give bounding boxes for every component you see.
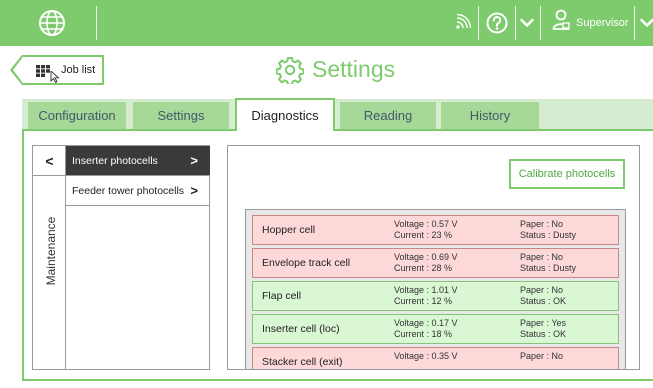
cell-paper: Paper : No [520,285,564,295]
tab-history[interactable]: History [441,102,539,129]
nav-item-label: Inserter photocells [72,155,158,167]
cell-voltage: Voltage : 0.17 V [394,318,458,328]
cell-status: Status : OK [520,329,567,339]
cell-voltage: Voltage : 1.01 V [394,285,458,295]
cell-paper: Paper : Yes [520,318,567,328]
cell-voltage: Voltage : 0.69 V [394,252,458,262]
chevron-right-icon: > [190,183,198,198]
photocell-row-hopper[interactable]: Hopper cell Voltage : 0.57 V Current : 23… [252,215,619,245]
cell-current: Current : 12 % [394,296,453,306]
settings-gear-icon [276,57,304,84]
nav-back-button[interactable]: < [33,146,66,176]
page-title: Settings [312,56,396,82]
cell-name: Flap cell [262,290,302,302]
nav-item-inserter-photocells[interactable]: Inserter photocells > [66,146,210,176]
maintenance-section-label: Maintenance [44,216,58,286]
divider [478,6,479,40]
cell-name: Hopper cell [262,224,316,236]
cell-voltage: Voltage : 0.35 V [394,351,458,361]
cell-current: Current : 23 % [394,230,453,240]
photocells-panel: Calibrate photocells Hopper cell Voltage… [227,145,640,370]
divider [540,6,541,40]
nav-item-label: Feeder tower photocells [72,185,185,197]
tab-reading[interactable]: Reading [340,102,436,129]
cell-name: Inserter cell (loc) [262,323,340,335]
photocell-row-inserter[interactable]: Inserter cell (loc) Voltage : 0.17 V Curr… [252,314,619,344]
cell-status: Status : OK [520,296,567,306]
tab-diagnostics[interactable]: Diagnostics [235,98,335,131]
nav-rail: < Maintenance [33,146,66,369]
cell-status: Status : Dusty [520,263,577,273]
job-list-button[interactable]: Job list [10,55,104,85]
divider [515,6,516,40]
divider [634,6,635,40]
cell-name: Stacker cell (exit) [262,356,343,368]
photocell-row-stacker[interactable]: Stacker cell (exit) Voltage : 0.35 V Pap… [252,347,619,369]
tab-configuration[interactable]: Configuration [28,102,126,129]
user-name[interactable]: Supervisor [576,17,629,29]
job-list-grid-icon [36,65,50,77]
cell-paper: Paper : No [520,252,564,262]
cell-paper: Paper : No [520,351,564,361]
cell-status: Status : Dusty [520,230,577,240]
cell-current: Current : 28 % [394,263,453,273]
maintenance-nav: < Maintenance Inserter photocells > Feed… [32,145,210,370]
photocell-row-flap[interactable]: Flap cell Voltage : 1.01 V Current : 12 %… [252,281,619,311]
cell-current: Current : 18 % [394,329,453,339]
cell-voltage: Voltage : 0.57 V [394,219,458,229]
globe-logo-icon[interactable] [38,9,66,37]
signal-icon[interactable] [455,14,471,30]
help-icon[interactable] [486,12,508,34]
cursor-icon [50,71,60,83]
cell-paper: Paper : No [520,219,564,229]
photocell-row-envelope-track[interactable]: Envelope track cell Voltage : 0.69 V Curr… [252,248,619,278]
user-icon[interactable] [552,9,570,33]
chevron-right-icon: > [190,153,198,168]
chevron-down-icon[interactable] [640,17,653,29]
job-list-label: Job list [61,64,96,76]
chevron-down-icon[interactable] [520,17,534,29]
nav-item-feeder-tower-photocells[interactable]: Feeder tower photocells > [66,176,210,206]
divider [96,6,97,40]
calibrate-photocells-button[interactable]: Calibrate photocells [509,159,625,189]
tab-settings[interactable]: Settings [133,102,229,129]
cell-name: Envelope track cell [262,257,351,269]
top-bar: Supervisor [0,0,653,46]
photocell-list[interactable]: Hopper cell Voltage : 0.57 V Current : 23… [245,209,626,369]
